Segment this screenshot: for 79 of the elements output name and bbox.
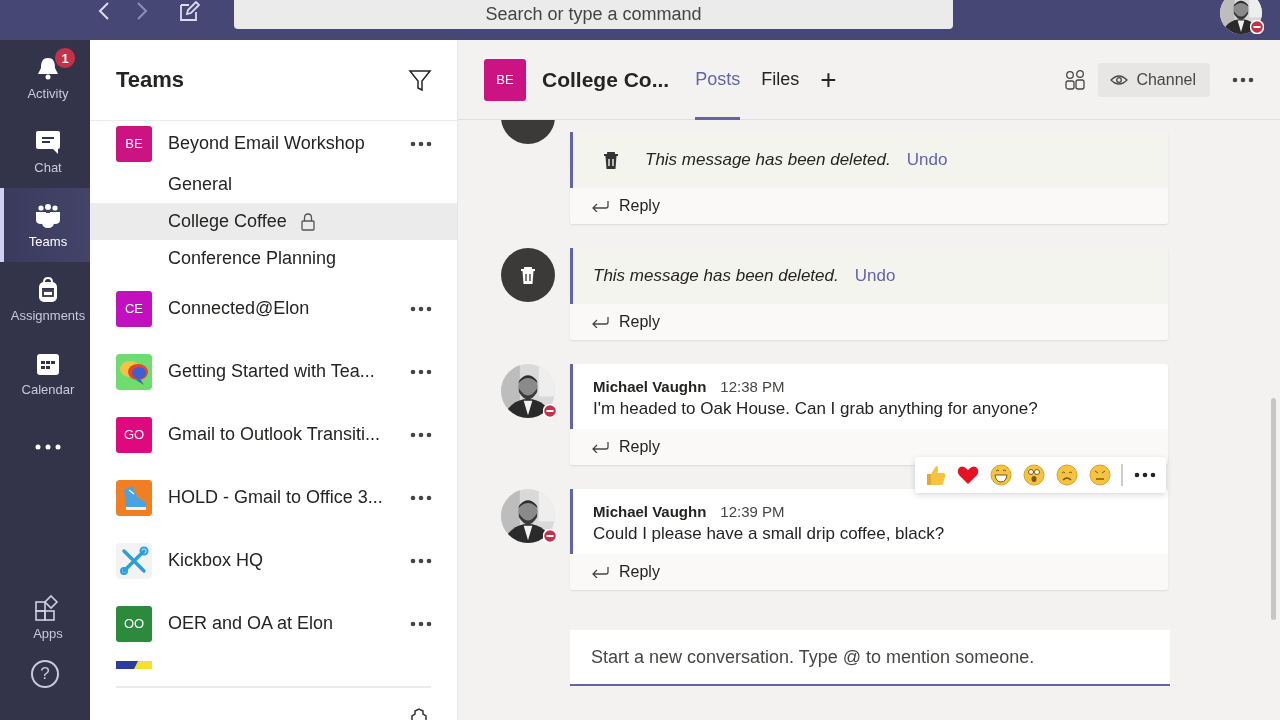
eye-icon	[1110, 73, 1129, 86]
rail-tab[interactable]: Teams	[0, 188, 90, 262]
people-icon[interactable]	[1064, 68, 1087, 91]
more-options-icon[interactable]	[1134, 472, 1156, 478]
rail-tab[interactable]: Calendar	[0, 336, 90, 410]
sad-face-icon[interactable]	[1055, 463, 1079, 487]
undo-link[interactable]: Undo	[906, 150, 948, 170]
rail-tab[interactable]: Apps	[0, 580, 90, 654]
trash-icon	[603, 150, 619, 170]
filter-icon[interactable]	[408, 68, 432, 92]
timestamp: 12:38 PM	[720, 378, 785, 395]
team-name[interactable]: Connected@Elon	[168, 298, 394, 319]
more-options-icon[interactable]	[410, 431, 432, 438]
timestamp: 12:39 PM	[720, 503, 785, 520]
panel-title: Teams	[116, 67, 185, 93]
team-avatar: BE	[116, 125, 152, 162]
author-name: Michael Vaughn	[593, 378, 707, 395]
notification-badge: 1	[54, 47, 76, 69]
search-field[interactable]: Search or type a command	[234, 0, 953, 29]
team-avatar: BE	[484, 58, 526, 101]
help-button[interactable]: ?	[31, 660, 59, 688]
rail-tab[interactable]: Activity 1	[0, 40, 90, 114]
team-name[interactable]: Getting Started with Tea...	[168, 361, 394, 382]
reply-button[interactable]: Reply	[570, 429, 1168, 465]
team-avatar: OO	[116, 605, 152, 642]
more-options-icon[interactable]	[1232, 76, 1254, 83]
channel-tab[interactable]: Files	[761, 40, 800, 120]
undo-link[interactable]: Undo	[854, 266, 896, 286]
heart-icon[interactable]	[956, 463, 980, 487]
reply-icon	[591, 441, 609, 453]
busy-status-icon	[1250, 20, 1264, 34]
rail-tab[interactable]: Chat	[0, 114, 90, 188]
sneaker-icon	[116, 479, 152, 516]
team-avatar: GO	[116, 416, 152, 453]
more-options-icon[interactable]	[410, 305, 432, 312]
busy-status-icon	[543, 404, 557, 418]
more-options-icon[interactable]	[410, 557, 432, 564]
reply-button[interactable]: Reply	[570, 304, 1168, 340]
reply-icon	[591, 316, 609, 328]
message-input[interactable]: Start a new conversation. Type @ to mention someone.	[570, 630, 1170, 686]
more-options-icon[interactable]	[410, 140, 432, 147]
trash-icon	[520, 265, 536, 285]
angry-face-icon[interactable]	[1088, 463, 1112, 487]
laughing-face-icon[interactable]	[989, 463, 1013, 487]
scrollbar[interactable]	[1271, 398, 1276, 620]
more-options-icon[interactable]	[410, 620, 432, 627]
rail-tab[interactable]: Assignments	[0, 262, 90, 336]
team-name[interactable]: Kickbox HQ	[168, 550, 394, 571]
surprised-face-icon[interactable]	[1022, 463, 1046, 487]
message-text: I'm headed to Oak House. Can I grab anything for anyone?	[593, 399, 1039, 419]
deleted-notice: This message has been deleted.	[593, 266, 839, 286]
channel-tab[interactable]: Posts	[695, 40, 741, 120]
team-avatar: CE	[116, 290, 152, 327]
reply-button[interactable]: Reply	[570, 554, 1168, 590]
channel-item[interactable]: General	[90, 166, 457, 203]
reply-icon	[591, 566, 609, 578]
reply-icon	[591, 200, 609, 212]
channel-item[interactable]: College Coffee	[90, 203, 457, 240]
channel-button[interactable]: Channel	[1098, 62, 1210, 97]
more-options-icon	[35, 444, 61, 450]
team-name[interactable]: OER and OA at Elon	[168, 613, 394, 634]
tools-icon	[116, 542, 152, 579]
channel-item[interactable]: Conference Planning	[90, 240, 457, 277]
reply-button[interactable]: Reply	[570, 188, 1168, 224]
more-options-icon[interactable]	[410, 368, 432, 375]
busy-status-icon	[543, 529, 557, 543]
team-avatar	[116, 661, 152, 669]
team-name[interactable]: HOLD - Gmail to Office 3...	[168, 487, 394, 508]
chat-bubbles-icon	[116, 353, 152, 390]
team-name[interactable]: Beyond Email Workshop	[168, 133, 394, 154]
channel-title: College Co...	[542, 67, 670, 92]
team-name[interactable]: Gmail to Outlook Transiti...	[168, 424, 394, 445]
message-text: Could I please have a small drip coffee, black?	[593, 524, 946, 544]
add-tab-button[interactable]: +	[820, 63, 837, 96]
deleted-notice: This message has been deleted.	[645, 150, 891, 170]
more-options-icon[interactable]	[410, 494, 432, 501]
teams-icon	[34, 201, 62, 230]
author-name: Michael Vaughn	[593, 503, 707, 520]
compose-icon[interactable]	[178, 0, 200, 22]
